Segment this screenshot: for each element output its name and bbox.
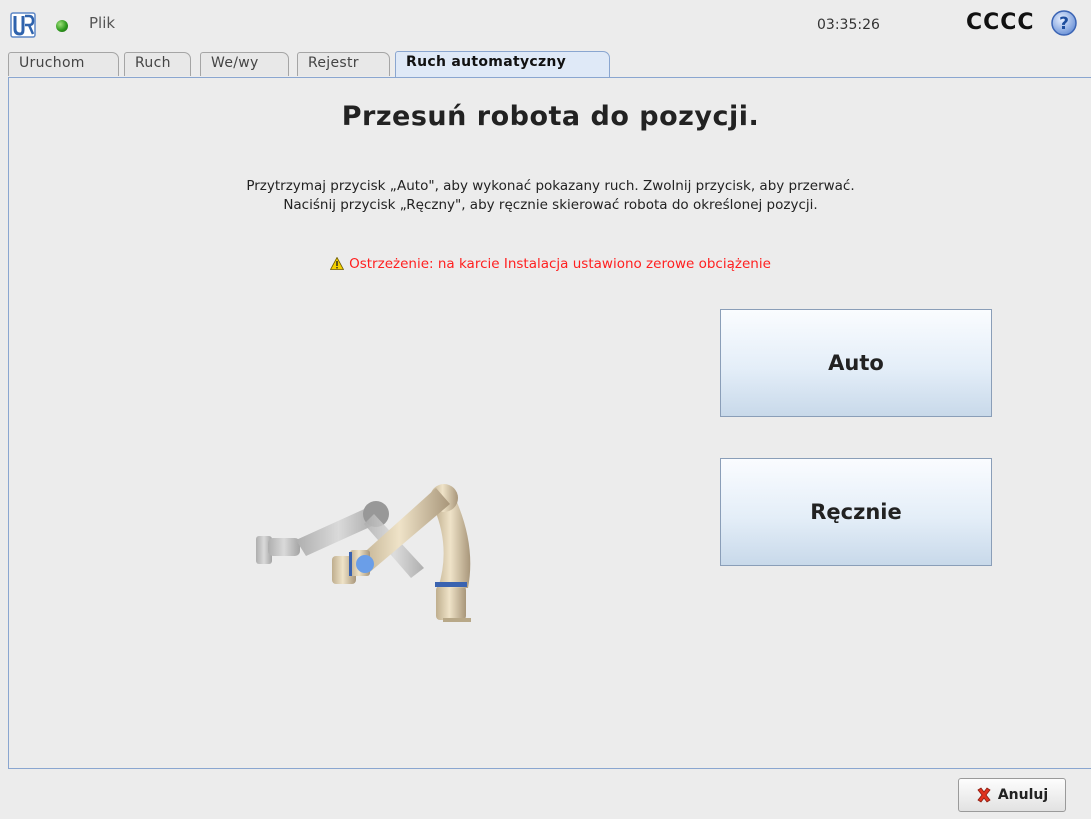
warning-message: Ostrzeżenie: na karcie Instalacja ustawi… — [9, 256, 1091, 272]
universal-robots-logo — [10, 12, 36, 38]
instruction-line-2: Naciśnij przycisk „Ręczny", aby ręcznie … — [283, 197, 818, 213]
tab-log[interactable]: Rejestr — [297, 52, 390, 76]
top-bar: Plik 03:35:26 CCCC ? — [0, 0, 1091, 50]
svg-text:?: ? — [1059, 14, 1069, 34]
manual-button[interactable]: Ręcznie — [720, 458, 992, 566]
warning-text: Ostrzeżenie: na karcie Instalacja ustawi… — [349, 256, 771, 272]
cancel-button-label: Anuluj — [997, 787, 1049, 803]
help-icon[interactable]: ? — [1051, 10, 1077, 36]
close-icon — [977, 787, 991, 803]
tab-auto-move[interactable]: Ruch automatyczny — [395, 51, 610, 78]
clock: 03:35:26 — [817, 17, 880, 33]
status-indicator-icon — [56, 20, 68, 32]
instruction-line-1: Przytrzymaj przycisk „Auto", aby wykonać… — [246, 178, 855, 194]
robot-name: CCCC — [966, 10, 1035, 35]
robot-arm-illustration — [256, 484, 471, 622]
auto-move-panel: Przesuń robota do pozycji. Przytrzymaj p… — [8, 77, 1091, 769]
tab-move[interactable]: Ruch — [124, 52, 191, 76]
warning-icon — [330, 257, 345, 270]
cancel-button[interactable]: Anuluj — [958, 778, 1066, 812]
auto-button[interactable]: Auto — [720, 309, 992, 417]
page-title: Przesuń robota do pozycji. — [341, 101, 760, 132]
tab-io[interactable]: We/wy — [200, 52, 289, 76]
file-menu[interactable]: Plik — [89, 14, 115, 32]
tab-run[interactable]: Uruchom — [8, 52, 119, 76]
